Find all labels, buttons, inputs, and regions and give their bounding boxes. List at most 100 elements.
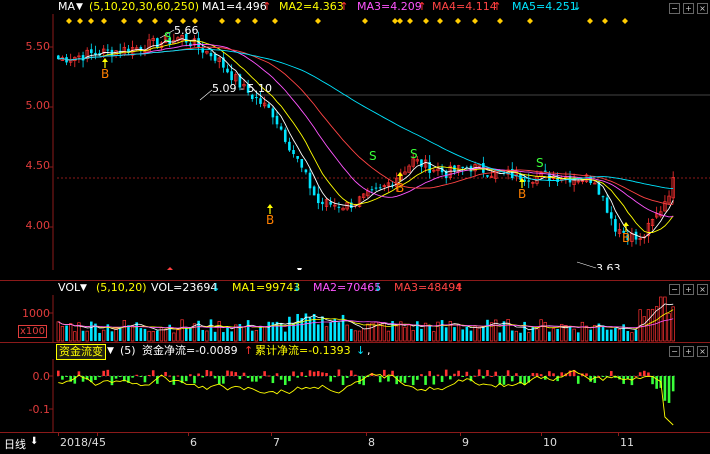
flow-bar <box>114 376 118 379</box>
low-leader <box>576 261 597 269</box>
time-tick-1 <box>97 433 98 436</box>
flow-bar <box>238 376 242 380</box>
vol-bar-down <box>246 320 250 341</box>
flow-bar <box>473 375 477 377</box>
vol-bar-up <box>671 306 675 342</box>
sell-marker: S <box>536 156 544 170</box>
time-tick-4 <box>366 433 367 436</box>
flow-bar <box>486 370 489 376</box>
flow-bar <box>176 375 180 377</box>
candle-down <box>486 175 489 177</box>
event-diamond <box>315 18 321 24</box>
flow-bar <box>333 376 337 378</box>
period-button[interactable]: 日线 <box>4 436 26 452</box>
vol-bar-down <box>65 325 68 341</box>
flow-bar <box>321 372 324 376</box>
candle-down <box>370 189 374 191</box>
flow-bar <box>189 374 192 376</box>
vol-bar-up <box>584 325 589 342</box>
candle-down <box>321 201 324 205</box>
flow-bar <box>57 370 60 376</box>
event-diamond <box>423 18 429 24</box>
flow-bar <box>61 376 64 380</box>
candle-down <box>94 52 97 55</box>
vol-bar-down <box>605 329 609 341</box>
time-label-1: 5 <box>99 436 106 449</box>
flow-bar <box>139 376 143 378</box>
period-arrow-icon[interactable]: ⬇ <box>30 436 38 447</box>
vol-bar-up <box>151 331 155 342</box>
volume-chart[interactable] <box>0 281 710 343</box>
flow-bar <box>329 376 332 382</box>
vol-bar-up <box>254 330 259 342</box>
fund-flow-chart[interactable] <box>0 343 710 433</box>
cumulative-flow-line <box>58 370 674 426</box>
vol-bar-down <box>453 327 456 341</box>
flow-bar <box>560 372 564 376</box>
vol-bar-up <box>176 329 180 342</box>
price-chart[interactable]: 5.66 5.09 - 5.10 3.63 B B B B B S S S S <box>0 0 710 270</box>
event-diamond <box>437 18 443 24</box>
flow-bar <box>341 376 345 386</box>
vol-bar-down <box>201 329 205 341</box>
vol-bar-down <box>98 332 101 341</box>
time-axis: 日线 ⬇ 2018/4 5 6 7 8 9 10 11 <box>0 432 710 454</box>
flow-bar <box>234 372 238 376</box>
event-diamond <box>121 18 127 24</box>
ma-line-5 <box>58 48 674 190</box>
vol-bar-up <box>514 330 519 342</box>
vol-bar-down <box>209 319 213 341</box>
vol-bar-down <box>139 328 143 341</box>
flow-bar <box>663 376 667 401</box>
vol-bar-down <box>614 327 617 341</box>
flow-bar <box>168 375 172 377</box>
flow-bar <box>638 372 642 376</box>
vol-bar-down <box>316 324 320 341</box>
vol-bar-up <box>386 330 391 342</box>
flow-bar <box>300 372 304 376</box>
candle-down <box>527 180 531 182</box>
candle-down <box>267 104 271 108</box>
vol-bar-down <box>519 332 522 341</box>
flow-bar <box>387 376 390 382</box>
vol-bar-down <box>250 330 254 341</box>
vol-bar-up <box>543 322 547 342</box>
flow-bar <box>461 376 465 377</box>
candle-down <box>420 159 423 167</box>
flow-bar <box>135 374 139 376</box>
flow-bar <box>407 376 411 378</box>
candle-down <box>308 172 312 189</box>
flow-bar <box>283 376 287 385</box>
flow-panel: 资金流变 ▼ (5) 资金净流=-0.0089 ↑ 累计净流=-0.1393 ↓… <box>0 342 710 433</box>
vol-bar-up <box>217 321 221 342</box>
vol-bar-down <box>465 326 469 341</box>
vol-bar-up <box>69 323 73 342</box>
candle-down <box>304 169 308 173</box>
vol-bar-up <box>395 325 399 342</box>
vol-bar-up <box>403 326 407 342</box>
flow-bar <box>428 371 431 376</box>
vol-bar-up <box>436 321 440 342</box>
vol-bar-down <box>634 330 638 341</box>
flow-bar <box>354 374 357 376</box>
vol-bar-down <box>486 319 489 341</box>
vol-bar-down <box>283 331 287 341</box>
time-tick-5 <box>460 433 461 436</box>
vol-bar-up <box>114 328 118 342</box>
flow-bar <box>494 371 498 376</box>
candle-down <box>300 159 304 168</box>
time-label-2: 6 <box>190 436 197 449</box>
candle-down <box>605 197 609 213</box>
flow-bar <box>362 376 365 386</box>
flow-bar <box>102 370 105 376</box>
flow-bar <box>230 371 233 376</box>
buy-marker: B <box>266 213 274 227</box>
vol-bar-up <box>456 323 461 342</box>
event-diamond <box>88 18 94 24</box>
vol-bar-down <box>308 317 312 341</box>
vol-bar-down <box>416 321 419 341</box>
flow-bar <box>667 376 671 403</box>
candle-down <box>230 71 233 81</box>
flow-bar <box>304 376 308 377</box>
candle-down <box>609 212 613 219</box>
